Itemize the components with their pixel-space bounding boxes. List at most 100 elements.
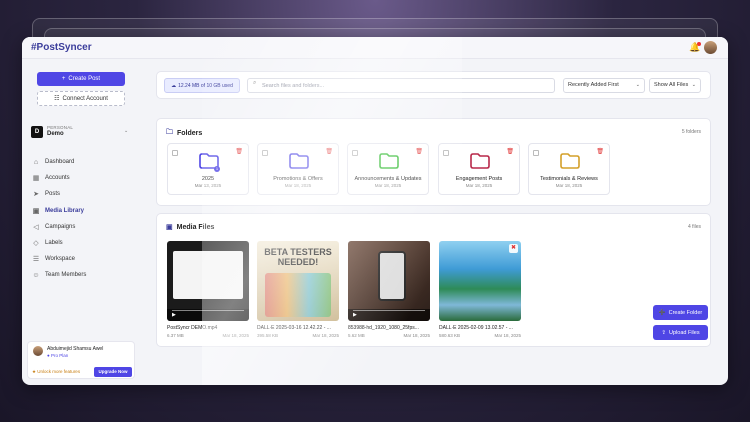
image-icon: ▣: [32, 207, 40, 215]
folder-card[interactable]: 🗑 Announcements & Updates Mar 18, 2025: [347, 143, 429, 195]
video-controls[interactable]: ▶: [167, 309, 249, 321]
sort-select[interactable]: Recently Added First ⌄: [563, 78, 645, 93]
media-toolbar: ☁ 12.24 MB of 10 GB used ⌕ Recently Adde…: [156, 71, 711, 99]
sidebar-item-labels[interactable]: ◇ Labels: [31, 235, 139, 251]
file-name: PostSyncr DEMO.mp4: [167, 325, 218, 331]
trash-icon[interactable]: ✖: [509, 244, 518, 253]
select-checkbox[interactable]: [262, 150, 268, 156]
trash-icon[interactable]: 🗑: [235, 148, 243, 155]
select-checkbox[interactable]: [443, 150, 449, 156]
create-folder-label: Create Folder: [668, 309, 703, 316]
file-date: Mar 18, 2025: [403, 333, 430, 338]
folder-icon: [289, 153, 309, 169]
connect-account-label: Connect Account: [62, 95, 108, 102]
create-post-label: Create Post: [68, 76, 101, 82]
video-thumbnail[interactable]: ▶: [348, 241, 430, 321]
upload-files-button[interactable]: ⇪ Upload Files: [653, 325, 708, 340]
search-input[interactable]: [247, 78, 555, 93]
folder-name: Announcements & Updates: [354, 176, 422, 182]
workspace-logo: D: [31, 126, 43, 138]
megaphone-icon: ◁: [33, 223, 39, 231]
sidebar-item-team-members[interactable]: ☺ Team Members: [31, 267, 139, 283]
media-item[interactable]: ✖ DALL·E 2025-02-09 13.02.57 - ... 580.6…: [439, 241, 521, 338]
folder-icon: [560, 153, 580, 169]
trash-icon[interactable]: 🗑: [415, 148, 423, 155]
folders-panel: 🗀 Folders 5 folders 🗑 1 2025 Mar 13, 2025 🗑 P…: [156, 118, 711, 206]
sort-value: Recently Added First: [568, 82, 619, 88]
play-icon[interactable]: ▶: [353, 312, 357, 318]
folder-date: Mar 18, 2025: [465, 183, 493, 188]
media-count: 4 files: [687, 224, 701, 230]
chevron-down-icon: ⌄: [691, 82, 696, 88]
folder-card[interactable]: 🗑 Promotions & Offers Mar 18, 2025: [257, 143, 339, 195]
brand-logo[interactable]: #PostSyncer: [31, 42, 92, 53]
screen-preview-image: [173, 251, 243, 299]
sidebar-item-campaigns[interactable]: ◁ Campaigns: [31, 219, 139, 235]
trash-icon[interactable]: 🗑: [325, 148, 333, 155]
trash-icon[interactable]: 🗑: [506, 148, 514, 155]
sidebar-item-label: Campaigns: [45, 223, 76, 230]
file-date: Mar 18, 2025: [222, 333, 249, 338]
sidebar-item-workspace[interactable]: ☰ Workspace: [31, 251, 139, 267]
cloud-icon: ☁: [171, 82, 177, 89]
file-size: 5.62 MB: [348, 333, 365, 338]
folder-plus-icon: ➕: [658, 309, 666, 316]
app-window: #PostSyncer 🔔 + Create Post ☷ Connect Ac…: [22, 37, 728, 385]
folder-icon: 🗀: [166, 129, 173, 136]
sidebar-item-accounts[interactable]: ▦ Accounts: [31, 170, 139, 186]
folders-title: 🗀 Folders: [166, 128, 202, 139]
select-checkbox[interactable]: [352, 150, 358, 156]
tag-icon: ◇: [33, 240, 39, 248]
video-controls[interactable]: ▶: [348, 309, 430, 321]
user-plan: ● Pro Plan: [47, 353, 69, 358]
file-size: 580.63 KB: [439, 333, 461, 338]
file-name: 853988-hd_1920_1080_25fps...: [348, 325, 419, 331]
file-name: DALL·E 2025-03-16 12.42.22 - ...: [257, 325, 331, 331]
media-item[interactable]: BETA TESTERS NEEDED! DALL·E 2025-03-16 1…: [257, 241, 339, 338]
image-thumbnail[interactable]: BETA TESTERS NEEDED!: [257, 241, 339, 321]
avatar[interactable]: [704, 41, 717, 54]
select-checkbox[interactable]: [172, 150, 178, 156]
media-item[interactable]: ▶ PostSyncr DEMO.mp4 6.37 MB Mar 18, 2025: [167, 241, 249, 338]
connect-account-button[interactable]: ☷ Connect Account: [37, 91, 125, 106]
filter-select[interactable]: Show All Files ⌄: [649, 78, 701, 93]
phone-image: [378, 251, 406, 301]
video-thumbnail[interactable]: ▶: [167, 241, 249, 321]
create-post-button[interactable]: + Create Post: [37, 72, 125, 86]
folder-name: Testimonials & Reviews: [540, 176, 598, 182]
grid-icon: ▦: [32, 175, 40, 183]
sidebar-item-label: Posts: [45, 191, 61, 198]
image-thumbnail[interactable]: ✖: [439, 241, 521, 321]
sidebar-item-dashboard[interactable]: ⌂ Dashboard: [31, 154, 139, 170]
folder-card[interactable]: 🗑 Testimonials & Reviews Mar 18, 2025: [528, 143, 610, 195]
upload-files-label: Upload Files: [669, 329, 700, 336]
folder-date: Mar 18, 2025: [555, 183, 583, 188]
folders-count: 5 folders: [681, 129, 701, 135]
filter-value: Show All Files: [654, 82, 689, 88]
workspace-name: Demo: [47, 131, 64, 137]
sidebar-item-posts[interactable]: ➤ Posts: [31, 186, 139, 202]
file-name: DALL·E 2025-02-09 13.02.57 - ...: [439, 325, 513, 331]
create-folder-button[interactable]: ➕ Create Folder: [653, 305, 708, 320]
image-icon: ▣: [166, 224, 173, 231]
unlock-features-text: ★ Unlock more features: [32, 369, 81, 374]
workspace-switcher[interactable]: D PERSONAL Demo ⌄: [31, 125, 131, 139]
user-card: Abduimejid Shamsu Awel ● Pro Plan ★ Unlo…: [27, 341, 135, 379]
sidebar-item-label: Team Members: [45, 272, 87, 279]
folder-card[interactable]: 🗑 1 2025 Mar 13, 2025: [167, 143, 249, 195]
sidebar-item-media-library[interactable]: ▣ Media Library: [31, 203, 139, 219]
upgrade-now-button[interactable]: Upgrade Now: [94, 367, 132, 377]
notification-dot: [697, 42, 701, 46]
folder-count-badge: 1: [214, 166, 220, 172]
user-name: Abduimejid Shamsu Awel: [47, 346, 104, 352]
folder-date: Mar 18, 2025: [284, 183, 312, 188]
play-icon[interactable]: ▶: [172, 312, 176, 318]
file-date: Mar 18, 2025: [312, 333, 339, 338]
select-checkbox[interactable]: [533, 150, 539, 156]
media-panel: ▣ Media Files 4 files ▶ PostSyncr DEMO.m…: [156, 213, 711, 347]
sidebar: + Create Post ☷ Connect Account D PERSON…: [22, 59, 147, 385]
trash-icon[interactable]: 🗑: [596, 148, 604, 155]
media-item[interactable]: ▶ 853988-hd_1920_1080_25fps... 5.62 MB Ma…: [348, 241, 430, 338]
workspace-type: PERSONAL: [47, 125, 74, 130]
folder-card[interactable]: 🗑 Engagement Posts Mar 18, 2025: [438, 143, 520, 195]
